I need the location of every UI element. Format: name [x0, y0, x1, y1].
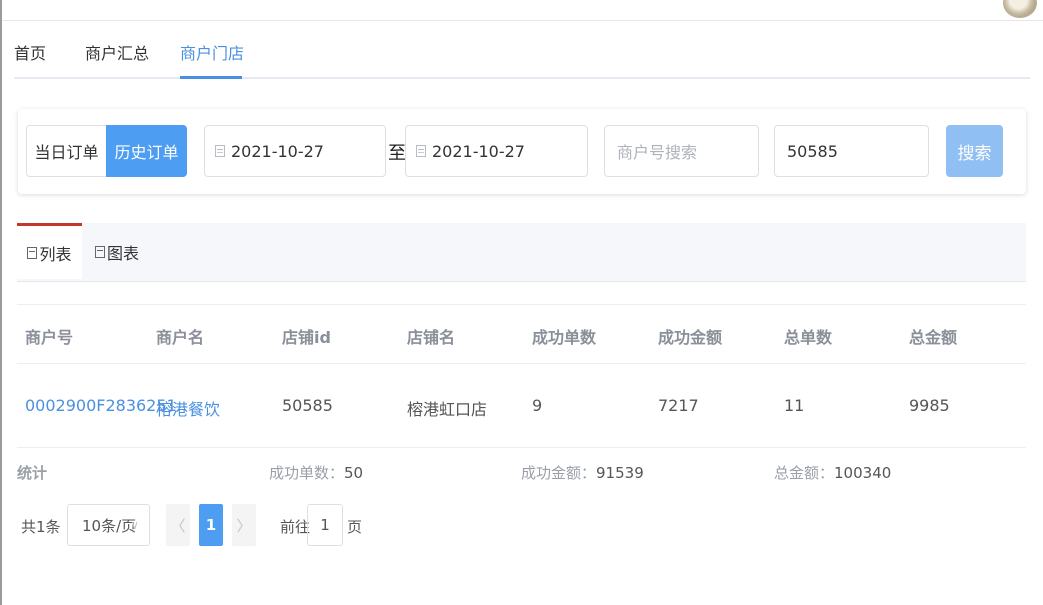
page-size-value: 10条/页: [82, 516, 137, 535]
nav-active-indicator: [180, 76, 242, 79]
date-range-separator: 至: [388, 143, 406, 164]
cell-merchant-no[interactable]: 0002900F2836251: [25, 396, 177, 415]
cell-success-count: 9: [532, 396, 543, 415]
header-store-name: 店铺名: [407, 328, 456, 347]
header-divider: [2, 20, 1043, 21]
search-button[interactable]: 搜索: [946, 125, 1003, 177]
stat-success-amount-value: 91539: [596, 463, 644, 482]
chevron-right-icon: 〉: [236, 516, 252, 535]
stat-success-count: 成功单数： 50: [269, 462, 363, 483]
nav-item-merchant-stores[interactable]: 商户门店: [180, 40, 244, 64]
prev-page-button[interactable]: 〈: [166, 504, 190, 546]
merchant-search-placeholder: 商户号搜索: [617, 143, 698, 162]
cell-merchant-name[interactable]: 榕港餐饮: [156, 396, 220, 420]
tab-list-label: 列表: [39, 244, 72, 264]
cell-success-amount: 7217: [658, 396, 699, 415]
stat-success-count-label: 成功单数：: [269, 464, 345, 482]
chevron-down-icon: ∨: [130, 518, 139, 532]
pagination: 共1条 10条/页 ∨ 〈 1 〉 前往 1 页: [0, 504, 1043, 546]
start-date-value: 2021-10-27: [231, 141, 324, 161]
cell-store-id: 50585: [282, 396, 333, 415]
goto-page-input[interactable]: 1: [307, 504, 343, 546]
page-unit-label: 页: [347, 518, 363, 536]
page-number-button[interactable]: 1: [199, 504, 223, 546]
stat-total-amount-value: 100340: [834, 463, 892, 482]
today-orders-button[interactable]: 当日订单: [26, 125, 106, 177]
table-top-border: [17, 304, 1026, 305]
tab-chart[interactable]: 图表: [87, 223, 147, 281]
cell-total-amount: 9985: [909, 396, 950, 415]
row-border: [17, 447, 1026, 448]
header-row-border: [17, 363, 1026, 364]
top-nav: 首页 商户汇总 商户门店: [0, 28, 1043, 80]
user-avatar[interactable]: [1003, 0, 1037, 18]
header-success-count: 成功单数: [532, 328, 597, 347]
view-tabs: 列表 图表: [17, 223, 1026, 282]
summary-stats: 统计 成功单数： 50 成功金额： 91539 总金额： 100340: [0, 462, 1043, 486]
next-page-button[interactable]: 〉: [232, 504, 256, 546]
calendar-icon: [215, 145, 225, 157]
store-search-input[interactable]: 50585: [774, 125, 929, 177]
nav-baseline: [14, 77, 1030, 79]
header-success-amount: 成功金额: [658, 328, 723, 347]
page-size-select[interactable]: 10条/页 ∨: [67, 504, 150, 546]
list-icon: [27, 246, 38, 259]
stat-success-count-value: 50: [344, 463, 364, 482]
stat-success-amount: 成功金额： 91539: [521, 462, 644, 483]
chevron-left-icon: 〈: [170, 516, 186, 535]
stat-total-amount-label: 总金额：: [774, 464, 835, 482]
header-merchant-no: 商户号: [25, 328, 74, 347]
end-date-picker[interactable]: 2021-10-27: [405, 125, 588, 177]
tab-list[interactable]: 列表: [17, 223, 82, 279]
nav-item-home[interactable]: 首页: [14, 40, 46, 64]
goto-label: 前往: [280, 518, 311, 536]
history-orders-button[interactable]: 历史订单: [106, 125, 187, 177]
start-date-picker[interactable]: 2021-10-27: [204, 125, 386, 177]
order-type-switch: 当日订单 历史订单: [26, 125, 187, 177]
end-date-value: 2021-10-27: [432, 141, 525, 161]
cell-total-count: 11: [784, 396, 805, 415]
merchant-search-input[interactable]: 商户号搜索: [604, 125, 759, 177]
store-search-value: 50585: [787, 141, 838, 161]
header-total-amount: 总金额: [909, 328, 958, 347]
chart-icon: [94, 246, 105, 258]
header-merchant-name: 商户名: [156, 328, 205, 347]
header-store-id: 店铺id: [282, 328, 331, 347]
stat-success-amount-label: 成功金额：: [521, 464, 597, 482]
tab-chart-label: 图表: [106, 244, 139, 263]
total-count: 共1条: [21, 518, 61, 536]
stats-title: 统计: [17, 464, 48, 482]
calendar-icon: [416, 145, 426, 157]
filter-panel: 当日订单 历史订单 2021-10-27 至 2021-10-27 商户号搜索 …: [18, 109, 1026, 194]
cell-store-name: 榕港虹口店: [407, 400, 488, 419]
nav-item-merchant-summary[interactable]: 商户汇总: [85, 40, 149, 64]
stat-total-amount: 总金额： 100340: [774, 462, 891, 483]
header-total-count: 总单数: [784, 328, 833, 347]
